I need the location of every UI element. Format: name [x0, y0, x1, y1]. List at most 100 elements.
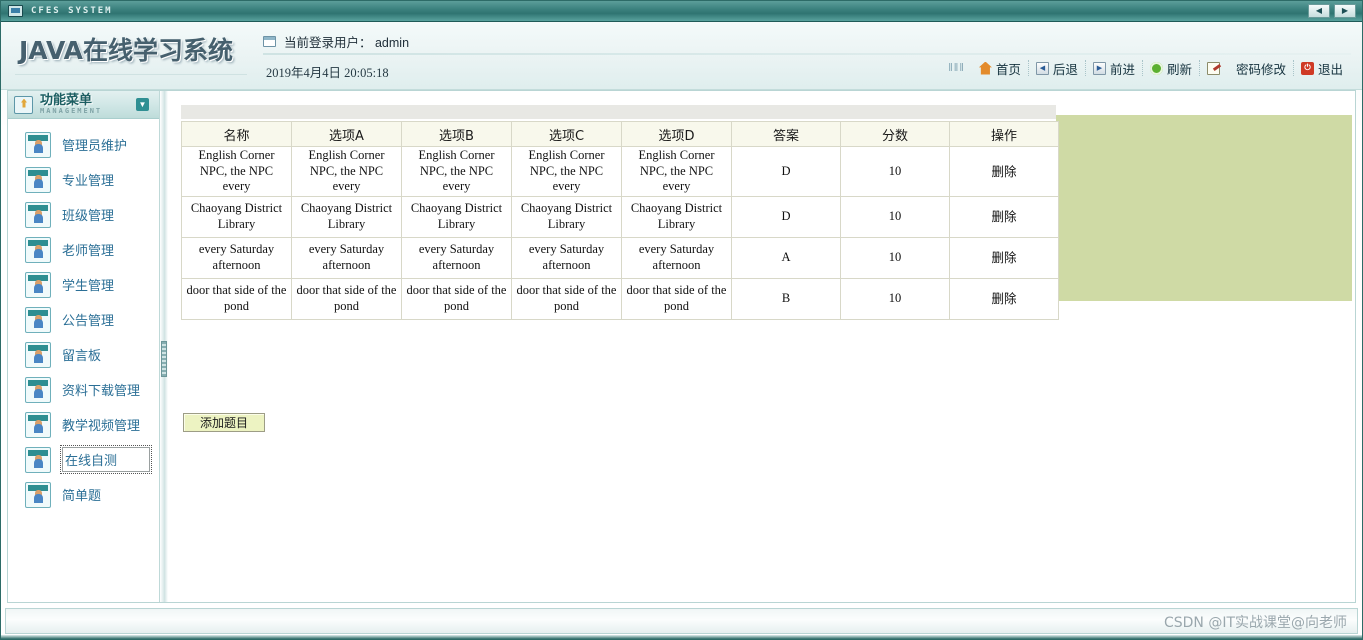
sidebar: 功能菜单 MANAGEMENT ▼ 管理员维护专业管理班级管理老师管理学生管理公…	[8, 91, 160, 602]
nav-exit[interactable]: ⏻ 退出	[1292, 60, 1350, 77]
questions-table: 名称 选项A 选项B 选项C 选项D 答案 分数 操作 English Corner NPC,…	[181, 121, 1059, 320]
table-col-header: 操作	[949, 121, 1059, 147]
sidebar-item-9[interactable]: 在线自测	[8, 442, 159, 477]
content-top-strip	[181, 105, 1056, 119]
nav-home-label: 首页	[995, 62, 1021, 77]
nav-refresh-label: 刷新	[1166, 62, 1192, 77]
refresh-icon	[1149, 61, 1163, 75]
table-row: door that side of the pond door that side…	[181, 277, 1059, 320]
nav-forward-label: 前进	[1109, 62, 1135, 77]
table-col-header: 选项A	[291, 121, 402, 147]
cell-name: Chaoyang District Library	[181, 195, 292, 238]
user-card-icon	[25, 201, 51, 228]
delete-link[interactable]: 删除	[949, 195, 1059, 238]
nav-forward[interactable]: ▶ 前进	[1084, 60, 1142, 77]
nav-home[interactable]: 首页	[972, 60, 1028, 77]
cell-optionA: English Corner NPC, the NPC every	[291, 146, 402, 197]
table-row: every Saturday afternoon every Saturday a…	[181, 236, 1059, 279]
sidebar-menu-list: 管理员维护专业管理班级管理老师管理学生管理公告管理留言板资料下载管理 教学视频管理…	[8, 119, 159, 512]
nav-grip-icon: ‖‖‖	[948, 62, 965, 74]
sidebar-item-label: 在线自测	[60, 445, 152, 474]
next-button[interactable]: ▶	[1334, 4, 1356, 18]
add-question-button[interactable]: 添加题目	[183, 413, 265, 432]
cell-optionC: every Saturday afternoon	[511, 236, 622, 279]
sidebar-item-0[interactable]: 管理员维护	[8, 127, 159, 162]
cell-optionA: Chaoyang District Library	[291, 195, 402, 238]
cell-name: door that side of the pond	[181, 277, 292, 320]
cell-optionD: English Corner NPC, the NPC every	[621, 146, 732, 197]
sidebar-item-7[interactable]: 资料下载管理	[8, 372, 159, 407]
top-navigation: ‖‖‖ 首页 ◀ 后退 ▶ 前进 刷新 密码修改 ⏻ 退出	[948, 58, 1350, 78]
user-card-icon	[25, 236, 51, 263]
user-card-icon	[25, 306, 51, 333]
cell-answer: A	[731, 236, 841, 279]
user-card-icon	[25, 131, 51, 158]
header-divider	[263, 53, 1351, 55]
nav-change-password-label: 密码修改	[1235, 62, 1286, 77]
monitor-icon	[8, 5, 23, 17]
table-col-header: 名称	[181, 121, 292, 147]
cell-optionA: every Saturday afternoon	[291, 236, 402, 279]
cell-optionC: Chaoyang District Library	[511, 195, 622, 238]
user-card-icon	[25, 341, 51, 368]
window-title: CFES SYSTEM	[31, 6, 113, 16]
splitter-grip-handle[interactable]	[161, 341, 167, 377]
sidebar-item-label: 专业管理	[62, 174, 115, 189]
table-header-row: 名称 选项A 选项B 选项C 选项D 答案 分数 操作	[181, 121, 1059, 147]
delete-link[interactable]: 删除	[949, 146, 1059, 197]
forward-arrow-icon: ▶	[1092, 61, 1106, 75]
cell-score: 10	[840, 277, 950, 320]
cell-name: English Corner NPC, the NPC every	[181, 146, 292, 197]
sidebar-item-4[interactable]: 学生管理	[8, 267, 159, 302]
cell-score: 10	[840, 146, 950, 197]
window-bottom-edge	[1, 635, 1362, 639]
user-card-icon	[25, 271, 51, 298]
cell-optionD: Chaoyang District Library	[621, 195, 732, 238]
status-bar: CSDN @IT实战课堂@向老师	[5, 608, 1358, 634]
delete-link[interactable]: 删除	[949, 236, 1059, 279]
nav-change-password[interactable]: 密码修改	[1198, 60, 1293, 77]
cell-optionB: Chaoyang District Library	[401, 195, 512, 238]
nav-back[interactable]: ◀ 后退	[1027, 60, 1085, 77]
sidebar-item-6[interactable]: 留言板	[8, 337, 159, 372]
application-window: CFES SYSTEM ◀ ▶ JAVA在线学习系统 当前登录用户： admin…	[0, 0, 1363, 640]
prev-button[interactable]: ◀	[1308, 4, 1330, 18]
sidebar-item-3[interactable]: 老师管理	[8, 232, 159, 267]
user-card-icon	[25, 446, 51, 473]
nav-back-label: 后退	[1052, 62, 1078, 77]
menu-upload-icon	[14, 95, 33, 114]
questions-table-body: English Corner NPC, the NPC every English…	[181, 146, 1059, 320]
sidebar-splitter[interactable]	[160, 91, 168, 602]
main-content: 名称 选项A 选项B 选项C 选项D 答案 分数 操作 English Corner NPC,…	[169, 91, 1355, 602]
sidebar-item-label: 学生管理	[62, 279, 115, 294]
cell-answer: D	[731, 146, 841, 197]
sidebar-item-1[interactable]: 专业管理	[8, 162, 159, 197]
current-user-label: 当前登录用户： admin	[284, 35, 410, 50]
sidebar-item-5[interactable]: 公告管理	[8, 302, 159, 337]
cell-optionD: door that side of the pond	[621, 277, 732, 320]
table-row: English Corner NPC, the NPC every English…	[181, 146, 1059, 197]
cell-optionB: English Corner NPC, the NPC every	[401, 146, 512, 197]
exit-icon: ⏻	[1300, 61, 1314, 75]
sidebar-item-label: 留言板	[62, 349, 102, 364]
cell-optionC: English Corner NPC, the NPC every	[511, 146, 622, 197]
home-icon	[978, 61, 992, 75]
cell-answer: D	[731, 195, 841, 238]
sidebar-item-label: 资料下载管理	[62, 384, 141, 399]
cell-optionB: every Saturday afternoon	[401, 236, 512, 279]
edit-note-icon	[1206, 61, 1220, 75]
chevron-down-icon[interactable]: ▼	[136, 98, 149, 111]
sidebar-title-en: MANAGEMENT	[40, 106, 103, 115]
sidebar-item-2[interactable]: 班级管理	[8, 197, 159, 232]
cell-score: 10	[840, 195, 950, 238]
sidebar-item-label: 班级管理	[62, 209, 115, 224]
delete-link[interactable]: 删除	[949, 277, 1059, 320]
title-bar: CFES SYSTEM ◀ ▶	[1, 1, 1362, 22]
sidebar-item-10[interactable]: 简单题	[8, 477, 159, 512]
sidebar-item-label: 教学视频管理	[62, 419, 141, 434]
sidebar-item-label: 老师管理	[62, 244, 115, 259]
nav-refresh[interactable]: 刷新	[1141, 60, 1199, 77]
sidebar-item-8[interactable]: 教学视频管理	[8, 407, 159, 442]
sidebar-title-cn: 功能菜单	[40, 93, 93, 108]
watermark-label: CSDN @IT实战课堂@向老师	[1163, 615, 1347, 631]
